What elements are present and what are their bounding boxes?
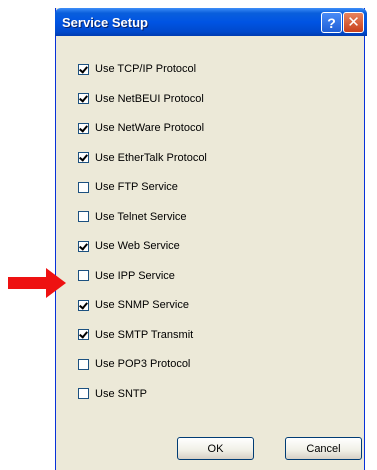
option-label: Use POP3 Protocol xyxy=(95,358,191,370)
option-label: Use Telnet Service xyxy=(95,210,187,223)
option-netbeui[interactable]: Use NetBEUI Protocol xyxy=(78,93,204,105)
option-ethertalk[interactable]: Use EtherTalk Protocol xyxy=(78,152,207,164)
dialog-client-area: Use TCP/IP Protocol Use NetBEUI Protocol… xyxy=(56,36,364,470)
dialog-title: Service Setup xyxy=(62,15,148,30)
option-label: Use EtherTalk Protocol xyxy=(95,151,207,164)
title-bar[interactable]: Service Setup ? ✕ xyxy=(55,8,367,36)
checkbox[interactable] xyxy=(78,211,89,222)
service-setup-dialog: Service Setup ? ✕ Use TCP/IP Protocol Us… xyxy=(55,8,367,470)
option-label: Use FTP Service xyxy=(95,181,178,193)
option-label: Use SNTP xyxy=(95,387,147,400)
close-icon: ✕ xyxy=(347,14,360,31)
option-label: Use NetWare Protocol xyxy=(95,122,205,134)
option-label: Use SMTP Transmit xyxy=(95,328,194,341)
cancel-button[interactable]: Cancel xyxy=(285,437,362,460)
close-button[interactable]: ✕ xyxy=(343,12,364,33)
checkbox[interactable] xyxy=(78,240,89,252)
checkbox[interactable] xyxy=(78,63,89,75)
option-label: Use SNMP Service xyxy=(95,299,189,311)
checkbox[interactable] xyxy=(78,122,89,134)
red-arrow-annotation xyxy=(8,268,66,298)
option-web[interactable]: Use Web Service xyxy=(78,240,180,252)
option-label: Use TCP/IP Protocol xyxy=(95,63,197,75)
option-netware[interactable]: Use NetWare Protocol xyxy=(78,122,204,134)
checkbox[interactable] xyxy=(78,299,89,311)
help-button[interactable]: ? xyxy=(321,12,342,33)
option-sntp[interactable]: Use SNTP xyxy=(78,388,147,400)
arrow-icon xyxy=(8,268,66,298)
option-pop3[interactable]: Use POP3 Protocol xyxy=(78,358,190,370)
option-snmp[interactable]: Use SNMP Service xyxy=(78,299,189,311)
option-label: Use NetBEUI Protocol xyxy=(95,92,204,105)
option-ftp[interactable]: Use FTP Service xyxy=(78,181,178,193)
option-smtp[interactable]: Use SMTP Transmit xyxy=(78,329,193,341)
option-label: Use Web Service xyxy=(95,240,180,252)
help-icon: ? xyxy=(327,14,336,31)
option-telnet[interactable]: Use Telnet Service xyxy=(78,211,187,223)
checkbox[interactable] xyxy=(78,270,89,281)
option-ipp[interactable]: Use IPP Service xyxy=(78,270,175,282)
checkbox[interactable] xyxy=(78,152,89,163)
checkbox[interactable] xyxy=(78,181,89,193)
option-label: Use IPP Service xyxy=(95,269,175,282)
checkbox[interactable] xyxy=(78,388,89,399)
checkbox[interactable] xyxy=(78,358,89,370)
checkbox[interactable] xyxy=(78,93,89,104)
checkbox[interactable] xyxy=(78,329,89,340)
ok-button[interactable]: OK xyxy=(177,437,254,460)
option-tcpip[interactable]: Use TCP/IP Protocol xyxy=(78,63,196,75)
